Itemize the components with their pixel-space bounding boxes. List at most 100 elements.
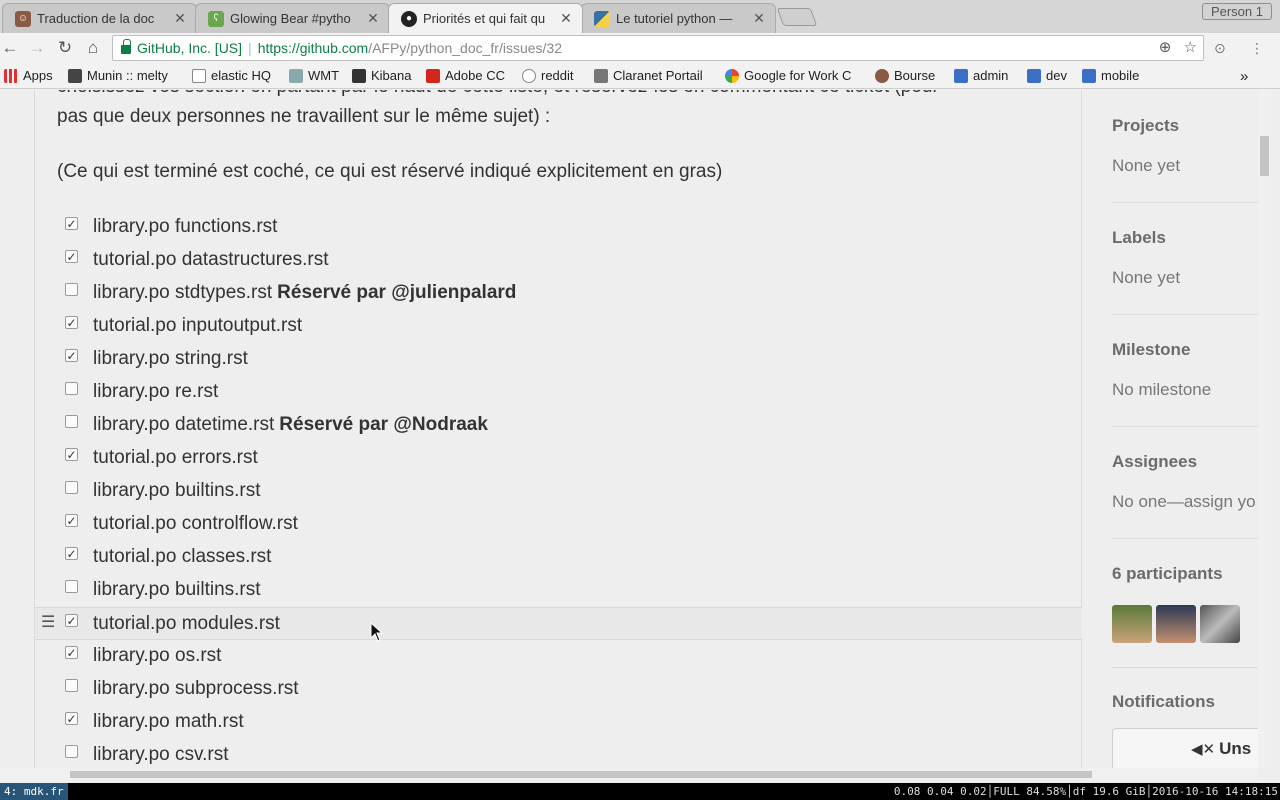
page-icon	[192, 68, 206, 83]
new-tab-button[interactable]	[776, 8, 818, 26]
bookmark-admin[interactable]: admin	[954, 68, 1008, 83]
url-host: https://github.com	[257, 40, 369, 56]
task-list-item[interactable]: ✓ tutorial.po errors.rst	[35, 442, 1082, 475]
drag-handle-icon[interactable]: ☰	[41, 612, 55, 632]
task-list-item[interactable]: library.po subprocess.rst	[35, 673, 1082, 706]
checkbox-unchecked[interactable]	[65, 382, 78, 395]
address-bar[interactable]: GitHub, Inc. [US] | https://github.com/A…	[112, 35, 1204, 61]
task-reservation: Réservé par @julienpalard	[277, 282, 517, 303]
close-icon[interactable]: ✕	[365, 10, 381, 27]
task-list-item[interactable]: library.po stdtypes.rst Réservé par @juli…	[35, 277, 1082, 310]
task-list-item[interactable]: ✓ library.po os.rst	[35, 640, 1082, 673]
horizontal-scrollbar[interactable]	[0, 768, 1258, 781]
task-list-item[interactable]: ✓ tutorial.po inputoutput.rst	[35, 310, 1082, 343]
labels-heading[interactable]: Labels	[1112, 228, 1166, 248]
tab-glowing-bear[interactable]: ʕ Glowing Bear #pytho ✕	[195, 3, 390, 33]
bookmark-munin[interactable]: Munin :: melty	[68, 68, 168, 83]
back-arrow-icon[interactable]: ←	[0, 38, 20, 58]
task-list-item[interactable]: ✓ library.po functions.rst	[35, 211, 1082, 244]
checkbox-checked[interactable]: ✓	[65, 514, 78, 527]
claranet-icon	[594, 68, 608, 83]
bookmark-claranet[interactable]: Claranet Portail	[594, 68, 703, 83]
assignees-value[interactable]: No one—assign yo	[1112, 492, 1256, 512]
bookmark-elastic-hq[interactable]: elastic HQ	[192, 68, 271, 83]
bookmark-kibana[interactable]: Kibana	[352, 68, 411, 83]
checkbox-unchecked[interactable]	[65, 580, 78, 593]
forward-arrow-icon[interactable]: →	[27, 38, 47, 58]
tab-traduction[interactable]: ☺ Traduction de la doc ✕	[2, 3, 197, 33]
checkbox-unchecked[interactable]	[65, 481, 78, 494]
task-list-item[interactable]: library.po re.rst	[35, 376, 1082, 409]
checkbox-checked[interactable]: ✓	[65, 349, 78, 362]
star-icon[interactable]: ☆	[1184, 39, 1197, 56]
bookmark-reddit[interactable]: reddit	[522, 68, 574, 83]
tab-github-issue[interactable]: ● Priorités et qui fait qu ✕	[388, 3, 583, 33]
task-list-item[interactable]: ✓ tutorial.po classes.rst	[35, 541, 1082, 574]
task-list-item[interactable]: ✓ library.po string.rst	[35, 343, 1082, 376]
wmt-icon	[289, 68, 303, 83]
zoom-icon[interactable]: ⊕	[1159, 39, 1172, 56]
assignees-heading[interactable]: Assignees	[1112, 452, 1197, 472]
checkbox-checked[interactable]: ✓	[65, 712, 78, 725]
bookmark-mobile[interactable]: mobile	[1082, 68, 1139, 83]
bookmark-dev[interactable]: dev	[1027, 68, 1067, 83]
avatar[interactable]	[1156, 605, 1196, 643]
system-info: 0.08 0.04 0.02│FULL 84.58%│df 19.6 GiB│2…	[893, 785, 1278, 798]
task-list-item[interactable]: library.po csv.rst	[35, 739, 1082, 768]
checkbox-checked[interactable]: ✓	[65, 614, 78, 627]
task-label: tutorial.po classes.rst	[93, 546, 271, 568]
vertical-scrollbar[interactable]	[1258, 90, 1271, 768]
projects-heading[interactable]: Projects	[1112, 116, 1179, 136]
task-list-item[interactable]: ✓ library.po math.rst	[35, 706, 1082, 739]
reload-icon[interactable]: ↻	[55, 38, 75, 58]
task-list-item[interactable]: ☰ ✓ tutorial.po modules.rst	[35, 607, 1082, 640]
bookmark-apps[interactable]: Apps	[4, 68, 53, 83]
workspace-indicator[interactable]: 4: mdk.fr	[0, 783, 68, 800]
avatar[interactable]	[1244, 605, 1258, 643]
extension-icon[interactable]: ⊙	[1214, 40, 1226, 57]
close-icon[interactable]: ✕	[558, 10, 574, 27]
close-icon[interactable]: ✕	[172, 10, 188, 27]
close-icon[interactable]: ✕	[751, 10, 767, 27]
scrollbar-thumb[interactable]	[1260, 136, 1269, 176]
system-status-bar: 4: mdk.fr 0.08 0.04 0.02│FULL 84.58%│df …	[0, 783, 1280, 800]
checkbox-checked[interactable]: ✓	[65, 316, 78, 329]
task-label: library.po datetime.rst Réservé par @Nodr…	[93, 414, 488, 436]
task-list-item[interactable]: library.po builtins.rst	[35, 574, 1082, 607]
task-label: library.po re.rst	[93, 381, 218, 403]
checkbox-checked[interactable]: ✓	[65, 217, 78, 230]
task-list-item[interactable]: library.po builtins.rst	[35, 475, 1082, 508]
tab-python-tutorial[interactable]: Le tutoriel python — ✕	[581, 3, 776, 33]
checkbox-unchecked[interactable]	[65, 745, 78, 758]
avatar[interactable]	[1112, 605, 1152, 643]
tab-title: Traduction de la doc	[37, 11, 155, 26]
task-file-name: library.po functions.rst	[93, 216, 278, 237]
task-file-name: library.po datetime.rst	[93, 414, 275, 435]
task-list-item[interactable]: ✓ tutorial.po controlflow.rst	[35, 508, 1082, 541]
task-file-name: library.po stdtypes.rst	[93, 282, 273, 303]
checkbox-checked[interactable]: ✓	[65, 646, 78, 659]
profile-button[interactable]: Person 1	[1201, 3, 1272, 20]
bookmarks-overflow-button[interactable]: »	[1240, 68, 1248, 85]
projects-value: None yet	[1112, 156, 1181, 175]
avatar[interactable]	[1200, 605, 1240, 643]
home-icon[interactable]: ⌂	[83, 38, 103, 58]
checkbox-checked[interactable]: ✓	[65, 547, 78, 560]
unsubscribe-button[interactable]: ◀✕ Uns	[1112, 728, 1258, 768]
milestone-heading[interactable]: Milestone	[1112, 340, 1190, 360]
scrollbar-thumb[interactable]	[70, 771, 1092, 778]
checkbox-checked[interactable]: ✓	[65, 448, 78, 461]
checkbox-unchecked[interactable]	[65, 283, 78, 296]
checkbox-checked[interactable]: ✓	[65, 250, 78, 263]
browser-toolbar: ← → ↻ ⌂ GitHub, Inc. [US] | https://gith…	[0, 33, 1280, 63]
bookmark-google-for-work[interactable]: Google for Work C	[725, 68, 856, 83]
bookmark-adobe-cc[interactable]: Adobe CC	[426, 68, 505, 83]
task-label: library.po subprocess.rst	[93, 678, 299, 700]
bookmark-bourse[interactable]: Bourse	[875, 68, 935, 83]
checkbox-unchecked[interactable]	[65, 415, 78, 428]
task-list-item[interactable]: ✓ tutorial.po datastructures.rst	[35, 244, 1082, 277]
checkbox-unchecked[interactable]	[65, 679, 78, 692]
bookmark-wmt[interactable]: WMT	[289, 68, 339, 83]
task-list-item[interactable]: library.po datetime.rst Réservé par @Nodr…	[35, 409, 1082, 442]
menu-icon[interactable]: ⋮	[1250, 40, 1264, 57]
